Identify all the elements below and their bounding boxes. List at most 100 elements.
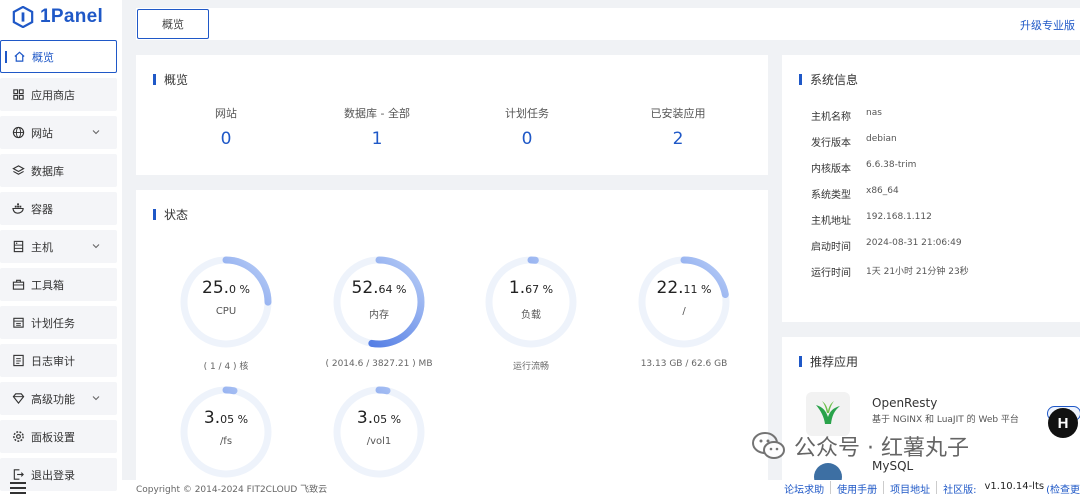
gauge-value-int: 1. xyxy=(508,278,526,298)
sysinfo-row: 内核版本 6.6.38-trim xyxy=(811,160,916,175)
gauge-unit: % xyxy=(236,283,250,296)
stat-value[interactable]: 1 xyxy=(302,129,452,149)
stat-value[interactable]: 0 xyxy=(452,129,602,149)
gauge-value: 1.67 % xyxy=(481,278,581,298)
gauge-name: CPU xyxy=(215,306,237,317)
sysinfo-row: 发行版本 debian xyxy=(811,134,897,149)
gauge-ring xyxy=(180,386,272,478)
sidebar-item-2[interactable]: 网站 xyxy=(0,116,117,149)
tab-bar: 概览 升级专业版 xyxy=(122,0,1080,44)
footer: Copyright © 2014-2024 FIT2CLOUD 飞致云 论坛求助… xyxy=(122,480,1080,494)
sidebar-item-label: 容器 xyxy=(31,202,53,216)
gauge-ring xyxy=(333,386,425,478)
sysinfo-key: 系统类型 xyxy=(811,190,851,201)
sidebar-item-label: 应用商店 xyxy=(31,88,75,102)
sidebar-item-8[interactable]: 日志审计 xyxy=(0,344,117,377)
gauge-unit: % xyxy=(539,283,554,296)
check-update-link[interactable]: (检查更 xyxy=(1046,481,1080,494)
gauge-value-dec: 05 xyxy=(220,413,235,426)
footer-links: 论坛求助 使用手册 项目地址 社区版: v1.10.14-lts (检查更 xyxy=(778,481,1080,494)
sysinfo-value: nas xyxy=(866,108,882,118)
app-name: OpenResty xyxy=(872,396,938,410)
sidebar-item-label: 计划任务 xyxy=(31,316,75,330)
sidebar-item-label: 数据库 xyxy=(31,164,64,178)
sysinfo-row: 系统类型 x86_64 xyxy=(811,186,899,201)
chevron-down-icon[interactable] xyxy=(91,241,101,251)
sidebar-item-0[interactable]: 概览 xyxy=(0,40,117,73)
sidebar-menu: 概览应用商店网站数据库容器主机工具箱计划任务日志审计高级功能面板设置退出登录 xyxy=(0,40,117,494)
watermark: 公众号 · 红薯丸子 xyxy=(752,430,969,462)
sidebar-item-9[interactable]: 高级功能 xyxy=(0,382,117,415)
gauge-detail: ( 2014.6 / 3827.21 ) MB xyxy=(325,359,433,369)
upgrade-pro-link[interactable]: 升级专业版 xyxy=(1020,17,1075,33)
overview-stat[interactable]: 网站 0 xyxy=(151,105,301,149)
gauge-0: 25.0 % CPU xyxy=(176,252,276,352)
overview-title: 概览 xyxy=(153,71,188,88)
overview-stat[interactable]: 数据库 - 全部 1 xyxy=(302,105,452,149)
stat-value[interactable]: 0 xyxy=(151,129,301,149)
status-title: 状态 xyxy=(153,206,188,223)
home-icon xyxy=(13,50,26,63)
gauge-value-int: 3. xyxy=(356,408,374,428)
manual-link[interactable]: 使用手册 xyxy=(830,481,883,494)
gauge-value: 22.11 % xyxy=(634,278,734,298)
app-description: 基于 NGINX 和 LuaJIT 的 Web 平台 xyxy=(872,415,1019,425)
overview-stat[interactable]: 计划任务 0 xyxy=(452,105,602,149)
gauge-unit: % xyxy=(234,413,249,426)
sysinfo-row: 运行时间 1天 21小时 21分钟 23秒 xyxy=(811,264,969,279)
logo[interactable]: 1Panel xyxy=(0,0,122,34)
gauge-value-int: 3. xyxy=(203,408,221,428)
gauge-name: /fs xyxy=(219,436,233,447)
sidebar-item-7[interactable]: 计划任务 xyxy=(0,306,117,339)
copyright-text: Copyright © 2014-2024 FIT2CLOUD 飞致云 xyxy=(136,485,328,494)
sidebar-item-label: 工具箱 xyxy=(31,278,64,292)
docker-icon xyxy=(12,202,25,215)
sidebar-item-5[interactable]: 主机 xyxy=(0,230,117,263)
edition-link[interactable]: 社区版: xyxy=(936,481,982,494)
gauge-ring xyxy=(485,256,577,348)
sidebar-item-label: 概览 xyxy=(32,50,54,64)
gauge-value-dec: 05 xyxy=(373,413,388,426)
gauge-3: 22.11 % / xyxy=(634,252,734,352)
stat-label: 数据库 - 全部 xyxy=(344,107,410,120)
collapse-menu-icon[interactable] xyxy=(10,482,26,494)
layers-icon xyxy=(12,164,25,177)
sidebar-item-1[interactable]: 应用商店 xyxy=(0,78,117,111)
gauge-ring xyxy=(180,256,272,348)
sidebar-item-label: 退出登录 xyxy=(31,468,75,482)
gauge-2: 1.67 % 负载 xyxy=(481,252,581,352)
sysinfo-value: 6.6.38-trim xyxy=(866,160,917,170)
sidebar-item-4[interactable]: 容器 xyxy=(0,192,117,225)
gauge-1: 52.64 % 内存 xyxy=(329,252,429,352)
sysinfo-key: 启动时间 xyxy=(811,242,851,253)
log-icon xyxy=(12,354,25,367)
recommend-apps-title: 推荐应用 xyxy=(799,353,858,370)
sysinfo-row: 启动时间 2024-08-31 21:06:49 xyxy=(811,238,962,253)
sysinfo-value: 192.168.1.112 xyxy=(866,212,932,222)
watermark-text: 公众号 · 红薯丸子 xyxy=(794,436,969,461)
stat-label: 网站 xyxy=(215,107,237,120)
gauge-unit: % xyxy=(392,283,407,296)
overview-stat[interactable]: 已安装应用 2 xyxy=(603,105,753,149)
chevron-down-icon[interactable] xyxy=(91,393,101,403)
sidebar-item-3[interactable]: 数据库 xyxy=(0,154,117,187)
gauge-value: 52.64 % xyxy=(329,278,429,298)
sidebar-item-label: 主机 xyxy=(31,240,53,254)
1panel-logo-icon xyxy=(12,6,34,28)
forum-link[interactable]: 论坛求助 xyxy=(778,481,830,494)
wechat-icon xyxy=(752,432,785,459)
chevron-down-icon[interactable] xyxy=(91,127,101,137)
stat-value[interactable]: 2 xyxy=(603,129,753,149)
sidebar-item-10[interactable]: 面板设置 xyxy=(0,420,117,453)
system-info-card: 系统信息 主机名称 nas 发行版本 debian 内核版本 6.6.38-trim 系统类… xyxy=(782,55,1080,322)
gauge-unit: % xyxy=(697,283,712,296)
gauge-name: / xyxy=(682,306,686,317)
sidebar-item-6[interactable]: 工具箱 xyxy=(0,268,117,301)
stat-label: 已安装应用 xyxy=(650,107,706,120)
tab-overview[interactable]: 概览 xyxy=(137,9,209,39)
project-link[interactable]: 项目地址 xyxy=(883,481,936,494)
sidebar-item-label: 面板设置 xyxy=(31,430,75,444)
sysinfo-key: 内核版本 xyxy=(811,164,851,175)
sysinfo-row: 主机名称 nas xyxy=(811,108,882,123)
gauge-unit: % xyxy=(387,413,402,426)
